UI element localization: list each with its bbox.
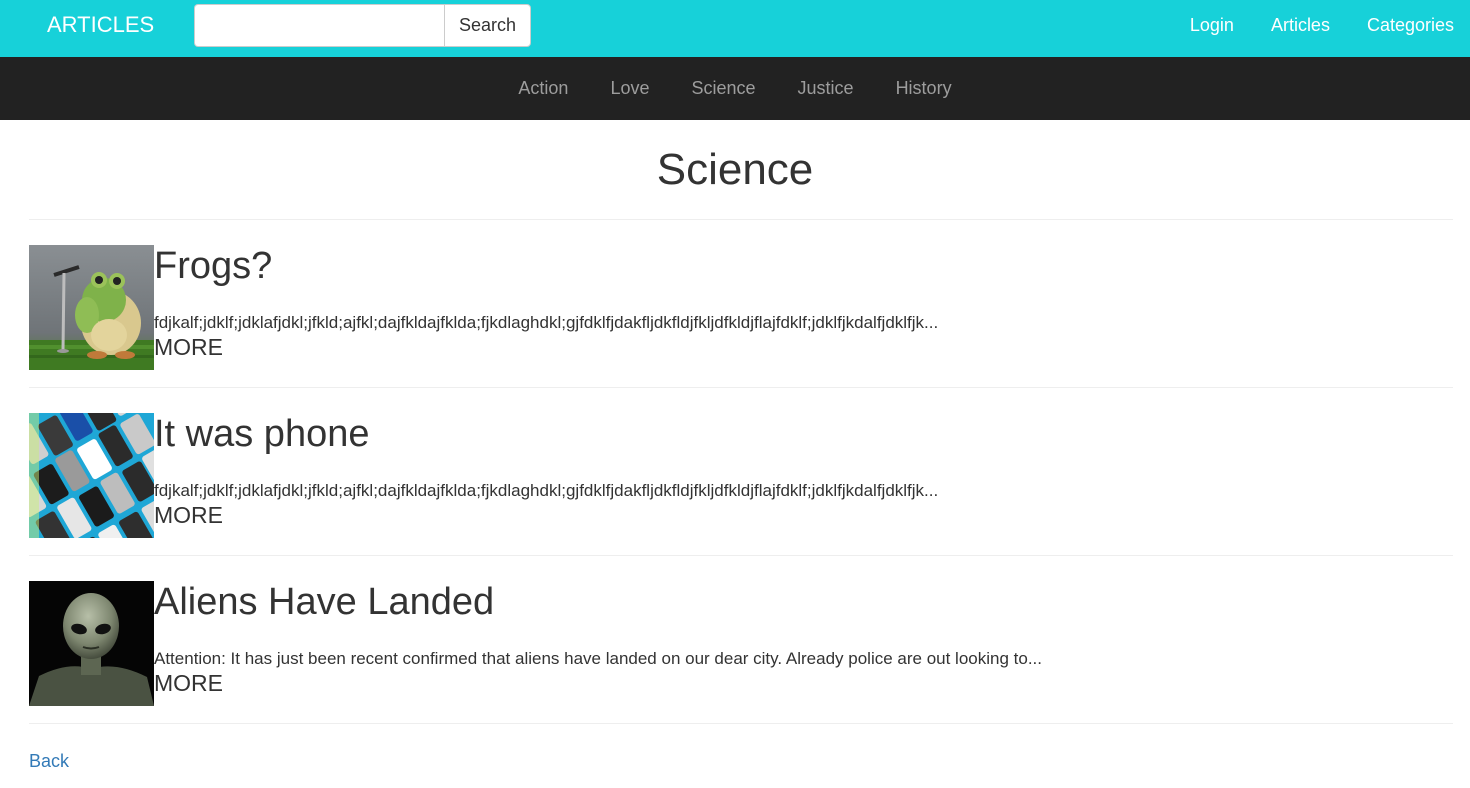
article-title[interactable]: Aliens Have Landed xyxy=(154,581,494,623)
nav-login[interactable]: Login xyxy=(1190,14,1234,36)
nav-categories[interactable]: Categories xyxy=(1367,14,1454,36)
top-nav-links: Login Articles Categories xyxy=(1153,14,1454,36)
article-item: Aliens Have Landed Attention: It has jus… xyxy=(29,581,1453,706)
top-navbar: ARTICLES Search Login Articles Categorie… xyxy=(0,0,1470,57)
category-love[interactable]: Love xyxy=(589,57,670,120)
brand-link[interactable]: ARTICLES xyxy=(47,12,154,38)
divider xyxy=(29,219,1453,220)
category-justice[interactable]: Justice xyxy=(777,57,875,120)
frog-image[interactable] xyxy=(29,245,154,370)
phones-image[interactable] xyxy=(29,413,154,538)
category-action[interactable]: Action xyxy=(497,57,589,120)
more-link[interactable]: MORE xyxy=(154,334,223,360)
category-science[interactable]: Science xyxy=(670,57,776,120)
more-link[interactable]: MORE xyxy=(154,670,223,696)
divider xyxy=(29,723,1453,724)
alien-image[interactable] xyxy=(29,581,154,706)
article-item: It was phone fdjkalf;jdklf;jdklafjdkl;jf… xyxy=(29,413,1453,538)
search-button[interactable]: Search xyxy=(444,4,531,47)
category-navbar: Action Love Science Justice History xyxy=(0,57,1470,120)
article-excerpt: fdjkalf;jdklf;jdklafjdkl;jfkld;ajfkl;daj… xyxy=(154,313,939,332)
more-link[interactable]: MORE xyxy=(154,502,223,528)
search-form: Search xyxy=(194,4,531,47)
article-excerpt: fdjkalf;jdklf;jdklafjdkl;jfkld;ajfkl;daj… xyxy=(154,481,939,500)
search-input[interactable] xyxy=(194,4,444,47)
back-link[interactable]: Back xyxy=(29,750,69,772)
divider xyxy=(29,387,1453,388)
nav-articles[interactable]: Articles xyxy=(1271,14,1330,36)
article-title[interactable]: It was phone xyxy=(154,413,369,455)
article-title[interactable]: Frogs? xyxy=(154,245,272,287)
article-item: Frogs? fdjkalf;jdklf;jdklafjdkl;jfkld;aj… xyxy=(29,245,1453,370)
category-history[interactable]: History xyxy=(875,57,973,120)
divider xyxy=(29,555,1453,556)
article-excerpt: Attention: It has just been recent confi… xyxy=(154,649,1043,668)
page-title: Science xyxy=(656,145,814,194)
